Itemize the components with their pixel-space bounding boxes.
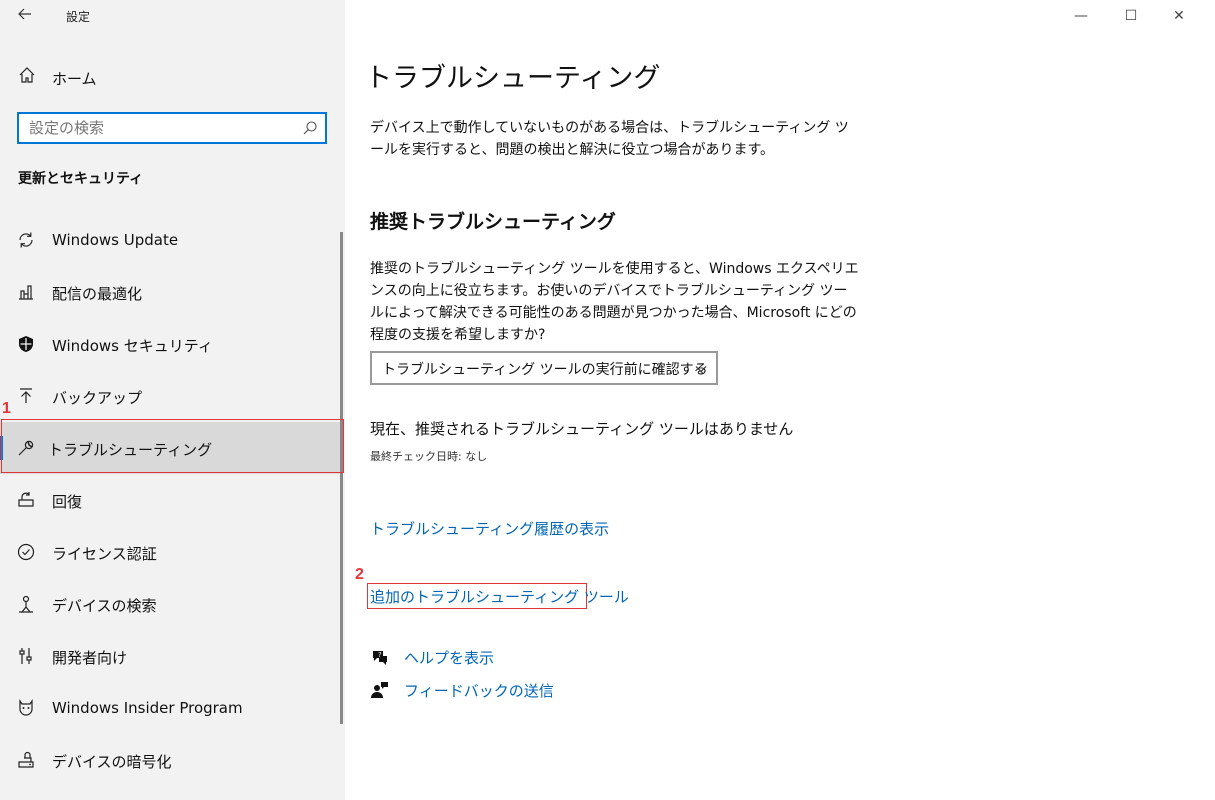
sidebar-item-device-encryption[interactable]: デバイスの暗号化 bbox=[0, 734, 342, 786]
sidebar-item-label: バックアップ bbox=[52, 389, 143, 407]
give-feedback-link[interactable]: フィードバックの送信 bbox=[404, 680, 554, 701]
page-title: トラブルシューティング bbox=[365, 63, 661, 94]
sidebar: 設定 ホーム 更新とセキュリティ Windows Update 配信の最適化 bbox=[0, 0, 345, 800]
sync-icon bbox=[16, 230, 36, 250]
search-input[interactable] bbox=[29, 118, 289, 138]
sidebar-item-label: 開発者向け bbox=[52, 649, 128, 667]
intro-text: デバイス上で動作していないものがある場合は、トラブルシューティング ツールを実行… bbox=[370, 120, 849, 158]
sidebar-item-label: 配信の最適化 bbox=[52, 285, 143, 303]
insider-cat-icon bbox=[16, 698, 36, 718]
developer-sliders-icon bbox=[16, 646, 36, 666]
sidebar-item-label: Windows セキュリティ bbox=[52, 337, 213, 355]
wrench-icon bbox=[16, 438, 36, 458]
sidebar-item-label: Windows Update bbox=[52, 231, 179, 249]
get-help-link[interactable]: ヘルプを表示 bbox=[404, 647, 494, 668]
svg-text:?: ? bbox=[378, 651, 382, 659]
section-heading: 更新とセキュリティ bbox=[18, 171, 144, 187]
help-chat-icon: ? bbox=[370, 647, 390, 667]
annotation-number-1: 1 bbox=[2, 400, 11, 417]
sidebar-item-backup[interactable]: バックアップ bbox=[0, 370, 342, 422]
search-field[interactable] bbox=[17, 112, 327, 144]
sidebar-item-for-developers[interactable]: 開発者向け bbox=[0, 630, 342, 682]
give-feedback-row[interactable]: フィードバックの送信 bbox=[370, 678, 570, 702]
sidebar-item-windows-security[interactable]: Windows セキュリティ bbox=[0, 318, 342, 370]
view-history-link[interactable]: トラブルシューティング履歴の表示 bbox=[370, 518, 609, 539]
sidebar-item-label: デバイスの暗号化 bbox=[52, 753, 172, 771]
home-icon bbox=[18, 66, 36, 86]
shield-icon bbox=[16, 334, 36, 354]
annotation-number-2: 2 bbox=[355, 566, 364, 583]
sidebar-item-recovery[interactable]: 回復 bbox=[0, 474, 342, 526]
recommended-heading: 推奨トラブルシューティング bbox=[370, 211, 616, 233]
search-icon[interactable] bbox=[301, 119, 319, 137]
sidebar-item-windows-insider[interactable]: Windows Insider Program bbox=[0, 682, 342, 734]
back-arrow-icon[interactable] bbox=[14, 6, 36, 26]
sidebar-item-delivery-optimization[interactable]: 配信の最適化 bbox=[0, 266, 342, 318]
sidebar-item-troubleshoot[interactable]: トラブルシューティング bbox=[0, 422, 342, 474]
sidebar-item-windows-update[interactable]: Windows Update bbox=[0, 214, 342, 266]
last-check-timestamp: 最終チェック日時: なし bbox=[370, 450, 488, 463]
sidebar-item-label: ホーム bbox=[52, 70, 97, 88]
recommended-description: 推奨のトラブルシューティング ツールを使用すると、Windows エクスペリエン… bbox=[370, 261, 859, 343]
dropdown-value: トラブルシューティング ツールの実行前に確認する bbox=[382, 362, 708, 378]
main-content: トラブルシューティング デバイス上で動作していないものがある場合は、トラブルシュ… bbox=[345, 0, 1215, 800]
recovery-icon bbox=[16, 490, 36, 510]
app-title: 設定 bbox=[66, 10, 91, 24]
selection-indicator bbox=[0, 436, 3, 460]
get-help-row[interactable]: ? ヘルプを表示 bbox=[370, 645, 570, 669]
lock-drive-icon bbox=[16, 750, 36, 770]
feedback-person-icon bbox=[370, 680, 390, 700]
sidebar-item-label: 回復 bbox=[52, 493, 83, 511]
sidebar-scrollbar[interactable] bbox=[340, 232, 343, 724]
additional-troubleshooters-link[interactable]: 追加のトラブルシューティング ツール bbox=[370, 586, 629, 607]
delivery-optimization-icon bbox=[16, 282, 36, 302]
sidebar-item-activation[interactable]: ライセンス認証 bbox=[0, 526, 342, 578]
chevron-down-icon bbox=[694, 361, 708, 375]
recommendation-status: 現在、推奨されるトラブルシューティング ツールはありません bbox=[370, 420, 794, 438]
sidebar-item-find-my-device[interactable]: デバイスの検索 bbox=[0, 578, 342, 630]
sidebar-item-label: デバイスの検索 bbox=[52, 597, 157, 615]
sidebar-item-home[interactable]: ホーム bbox=[0, 60, 345, 94]
title-bar: 設定 bbox=[0, 0, 345, 32]
check-circle-icon bbox=[16, 542, 36, 562]
sidebar-item-label: Windows Insider Program bbox=[52, 699, 243, 717]
sidebar-item-label: トラブルシューティング bbox=[48, 441, 213, 459]
person-locate-icon bbox=[16, 594, 36, 614]
upload-arrow-icon bbox=[16, 386, 36, 406]
sidebar-item-label: ライセンス認証 bbox=[52, 545, 157, 563]
recommended-preference-dropdown[interactable]: トラブルシューティング ツールの実行前に確認する bbox=[370, 351, 718, 385]
